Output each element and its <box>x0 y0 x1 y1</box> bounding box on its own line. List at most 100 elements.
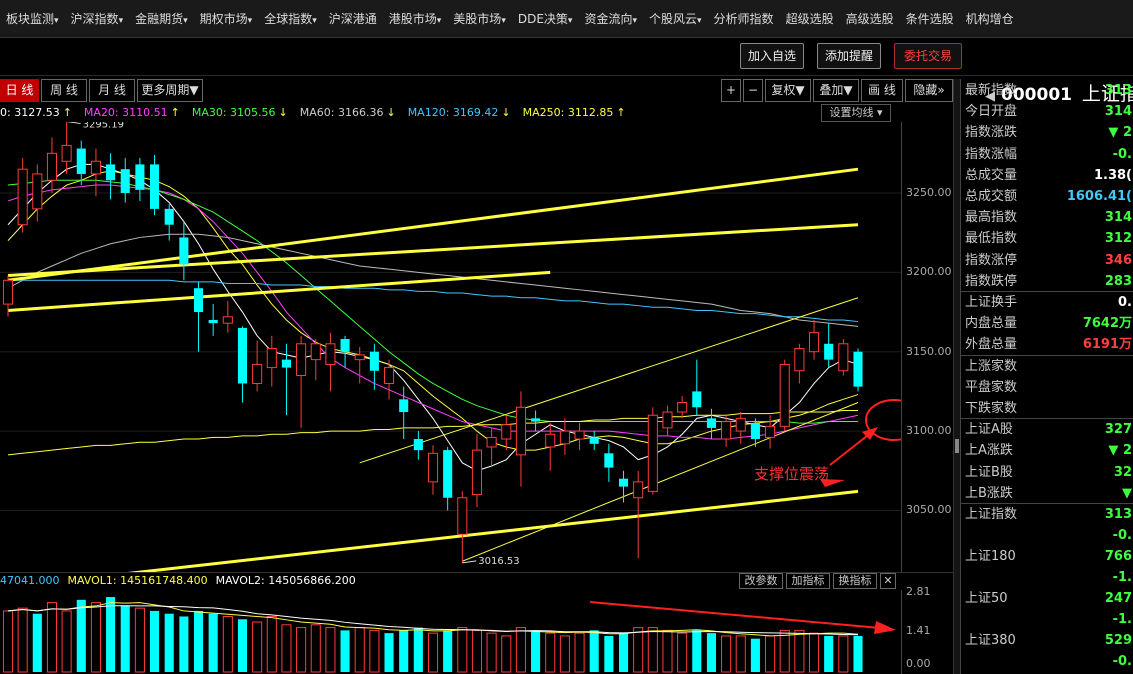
candle[interactable] <box>838 343 849 372</box>
candle[interactable] <box>633 481 644 499</box>
candle[interactable] <box>824 343 834 360</box>
candle[interactable] <box>559 430 570 445</box>
candle[interactable] <box>383 367 395 384</box>
candle[interactable] <box>677 402 688 413</box>
candle[interactable] <box>735 417 746 432</box>
candle[interactable] <box>281 359 291 368</box>
hide-button[interactable]: 隐藏» <box>905 79 953 102</box>
candle[interactable] <box>296 343 307 377</box>
candle[interactable] <box>325 343 336 365</box>
candle[interactable] <box>750 423 760 440</box>
add-watchlist-button[interactable]: 加入自选 <box>740 43 804 69</box>
candle[interactable] <box>150 164 160 209</box>
menu-item[interactable]: 港股市场▾ <box>383 0 448 38</box>
menu-item[interactable]: 板块监测▾ <box>0 0 65 38</box>
candle[interactable] <box>808 332 820 353</box>
candle[interactable] <box>471 449 483 496</box>
candle[interactable] <box>427 452 439 483</box>
candle[interactable] <box>618 478 629 487</box>
candle[interactable] <box>692 391 702 408</box>
panel-scrollbar[interactable] <box>953 79 960 674</box>
tab-daily[interactable]: 日 线 <box>0 79 39 102</box>
candle[interactable] <box>853 351 863 387</box>
candle[interactable] <box>164 208 174 225</box>
menu-item[interactable]: 高级选股 <box>840 0 900 38</box>
volume-chart[interactable] <box>0 590 901 674</box>
candlestick-chart[interactable]: 3295.19 3016.53 <box>0 122 901 572</box>
candle[interactable] <box>237 327 248 384</box>
menu-item[interactable]: 机构增仓 <box>960 0 1020 38</box>
candle[interactable] <box>17 168 28 226</box>
draw-line-button[interactable]: 画 线 <box>861 79 903 102</box>
menu-item[interactable]: 沪深港通 <box>323 0 383 38</box>
menu-item[interactable]: 美股市场▾ <box>447 0 512 38</box>
tab-more-periods[interactable]: 更多周期▼ <box>137 79 203 102</box>
candle[interactable] <box>647 414 658 492</box>
menu-item[interactable]: 金融期货▾ <box>129 0 194 38</box>
scroll-handle-icon[interactable] <box>955 439 959 453</box>
candle[interactable] <box>399 399 409 413</box>
menu-item[interactable]: DDE决策▾ <box>512 0 579 38</box>
candle[interactable] <box>457 497 468 535</box>
menu-item[interactable]: 期权市场▾ <box>194 0 259 38</box>
zoom-out-button[interactable]: − <box>743 79 763 102</box>
candle[interactable] <box>32 173 43 210</box>
add-indicator-button[interactable]: 加指标 <box>786 573 830 589</box>
set-ma-button[interactable]: 设置均线 ▾ <box>821 104 891 122</box>
menu-item[interactable]: 超级选股 <box>780 0 840 38</box>
zoom-in-button[interactable]: + <box>721 79 741 102</box>
candle[interactable] <box>604 453 614 468</box>
change-params-button[interactable]: 改参数 <box>739 573 783 589</box>
candle[interactable] <box>135 164 145 190</box>
close-indicator-icon[interactable]: ✕ <box>880 573 896 589</box>
candle[interactable] <box>310 343 321 361</box>
candle[interactable] <box>120 169 130 193</box>
candle[interactable] <box>208 319 218 324</box>
candle[interactable] <box>222 316 233 324</box>
trade-button[interactable]: 委托交易 <box>894 43 962 69</box>
candle[interactable] <box>545 433 556 448</box>
candle[interactable] <box>765 425 776 438</box>
candle[interactable] <box>179 237 189 265</box>
menu-item[interactable]: 个股风云▾ <box>643 0 708 38</box>
candle[interactable] <box>106 164 116 181</box>
candle[interactable] <box>779 363 790 427</box>
candle[interactable] <box>266 348 277 369</box>
candle[interactable] <box>61 144 72 162</box>
candle[interactable] <box>443 450 453 498</box>
candle[interactable] <box>340 339 350 352</box>
tab-weekly[interactable]: 周 线 <box>41 79 87 102</box>
restore-rights-button[interactable]: 复权▼ <box>765 79 811 102</box>
candle[interactable] <box>193 288 204 313</box>
overlay-button[interactable]: 叠加▼ <box>813 79 859 102</box>
candle[interactable] <box>721 421 732 440</box>
candle[interactable] <box>574 430 585 440</box>
candle[interactable] <box>662 411 673 429</box>
candle[interactable] <box>76 148 86 174</box>
candle[interactable] <box>486 436 497 448</box>
menu-item[interactable]: 条件选股 <box>900 0 960 38</box>
trend-line[interactable] <box>81 489 859 572</box>
candle[interactable] <box>369 351 379 371</box>
menu-item[interactable]: 沪深指数▾ <box>65 0 130 38</box>
candle[interactable] <box>501 424 512 440</box>
trend-line[interactable] <box>7 223 859 278</box>
change-indicator-button[interactable]: 换指标 <box>833 573 877 589</box>
menu-item[interactable]: 全球指数▾ <box>258 0 323 38</box>
candle[interactable] <box>354 354 365 361</box>
candle[interactable] <box>90 160 101 175</box>
candle[interactable] <box>252 363 263 384</box>
menu-item[interactable]: 分析师指数 <box>708 0 780 38</box>
candle[interactable] <box>2 279 14 305</box>
candle[interactable] <box>515 406 526 456</box>
candle[interactable] <box>794 348 805 372</box>
candle[interactable] <box>413 439 423 451</box>
trend-line[interactable] <box>7 270 551 312</box>
menu-item[interactable]: 资金流向▾ <box>578 0 643 38</box>
tab-monthly[interactable]: 月 线 <box>89 79 135 102</box>
add-alert-button[interactable]: 添加提醒 <box>817 43 881 69</box>
candle[interactable] <box>706 418 716 428</box>
candle[interactable] <box>46 152 58 181</box>
candle[interactable] <box>589 437 599 444</box>
candle[interactable] <box>531 418 541 422</box>
